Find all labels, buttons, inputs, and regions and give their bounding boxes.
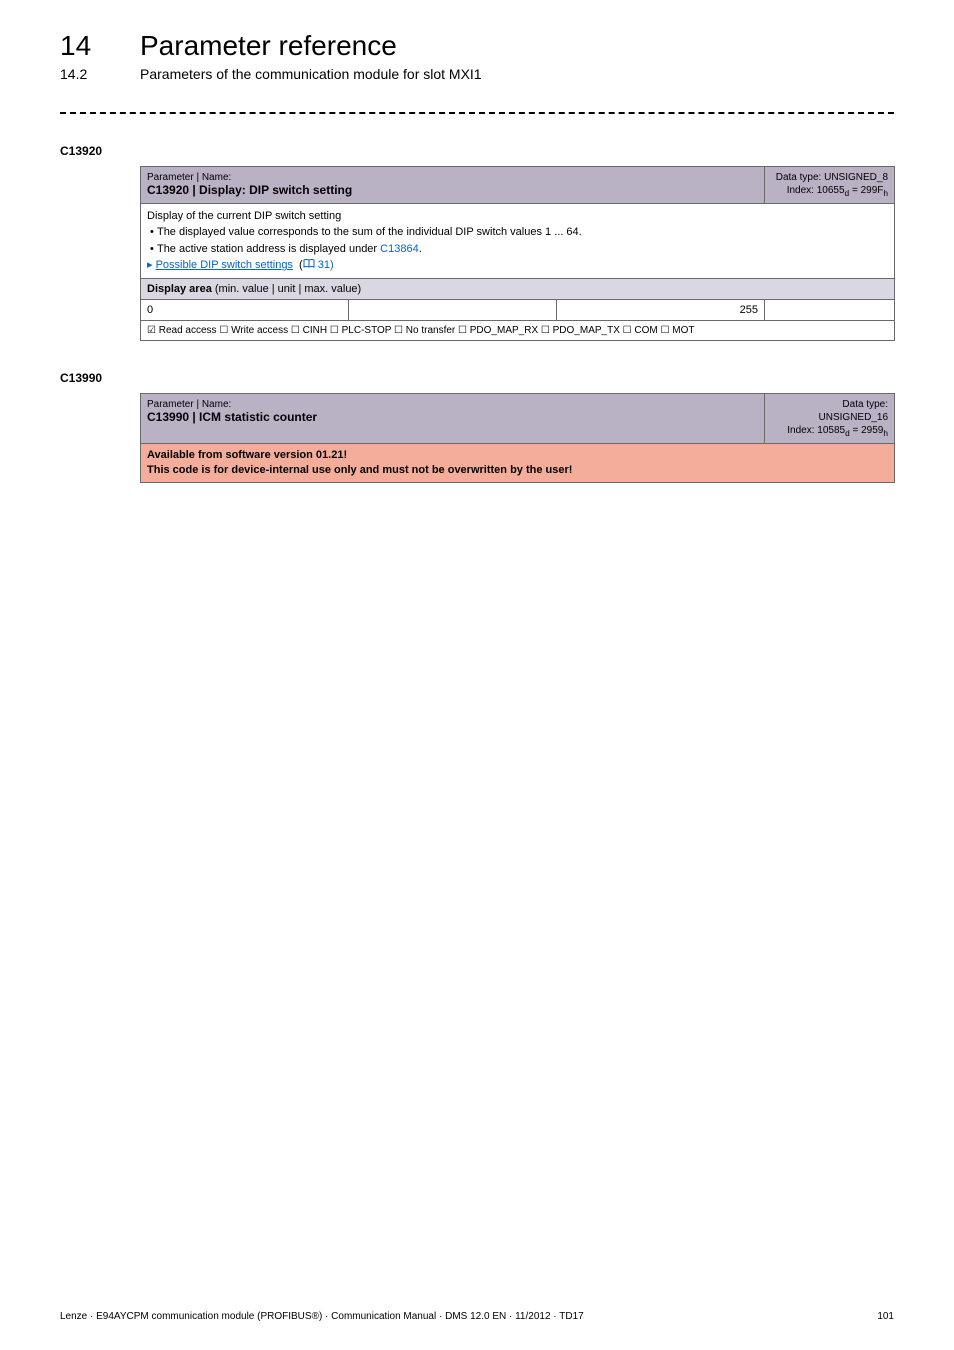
footer-page-number: 101 [877,1311,894,1322]
param-link-caret: ▸ [147,259,156,271]
param-table-c13990: Parameter | Name: C13990 | ICM statistic… [140,393,895,484]
display-max: 255 [557,299,765,320]
param-desc-bullet1: The displayed value corresponds to the s… [157,226,582,238]
display-unit [349,299,557,320]
param-desc-bullet2-suffix: . [419,243,422,255]
separator [60,112,894,114]
book-icon [303,259,315,269]
param-name-label: Parameter | Name: [147,172,231,183]
param-data-type: Data type: UNSIGNED_8 [776,172,888,183]
param-name-value: C13920 | Display: DIP switch setting [147,183,352,197]
param2-warn-line2: This code is for device-internal use onl… [147,464,572,476]
access-flags: ☑ Read access ☐ Write access ☐ CINH ☐ PL… [141,320,895,340]
chapter-number: 14 [60,30,110,62]
display-empty [765,299,895,320]
param2-name-label: Parameter | Name: [147,399,231,410]
param2-data-type: Data type: UNSIGNED_16 [819,399,888,423]
section-number: 14.2 [60,66,110,82]
display-min: 0 [141,299,349,320]
param-link-paren: ( 31) [296,259,334,271]
display-area-label: Display area (min. value | unit | max. v… [147,283,361,295]
param-table-c13920: Parameter | Name: C13920 | Display: DIP … [140,166,895,341]
section-title: Parameters of the communication module f… [140,66,482,82]
param2-warn-line1: Available from software version 01.21! [147,449,347,461]
chapter-title: Parameter reference [140,30,397,62]
param-desc-line1: Display of the current DIP switch settin… [147,210,341,222]
param-desc-bullet2-prefix: The active station address is displayed … [157,243,380,255]
param2-index: Index: 10585d = 2959h [787,425,888,436]
param-possible-link[interactable]: Possible DIP switch settings [156,259,293,271]
footer-left: Lenze · E94AYCPM communication module (P… [60,1311,584,1322]
param-code-heading-2: C13990 [60,371,894,385]
param-desc-bullet2-link[interactable]: C13864 [380,243,419,255]
param-code-heading: C13920 [60,144,894,158]
display-area-row: 0 255 [141,299,895,320]
param-link-page: 31) [315,259,334,271]
param-index: Index: 10655d = 299Fh [787,185,888,196]
param2-name-value: C13990 | ICM statistic counter [147,410,317,424]
